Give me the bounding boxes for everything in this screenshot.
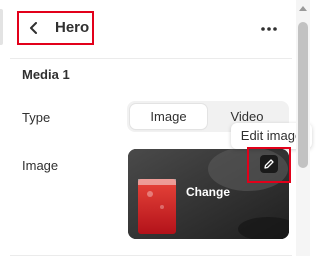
type-label: Type — [22, 110, 51, 125]
change-image-button[interactable]: Change — [186, 185, 230, 199]
ellipsis-icon — [261, 27, 277, 31]
edit-image-highlight — [247, 147, 291, 183]
scroll-up-icon[interactable] — [298, 4, 308, 12]
back-button[interactable]: Hero — [17, 11, 94, 45]
type-option-image[interactable]: Image — [130, 104, 207, 129]
side-panel-edge — [0, 9, 3, 45]
section-title: Media 1 — [22, 67, 70, 82]
pencil-icon — [264, 159, 274, 169]
edit-image-button[interactable] — [260, 155, 278, 173]
panel-title: Hero — [55, 19, 90, 36]
chevron-left-icon — [30, 22, 37, 34]
more-actions-button[interactable] — [258, 18, 280, 38]
scrollbar-thumb[interactable] — [298, 22, 308, 168]
image-label: Image — [22, 158, 59, 173]
panel-header: Hero — [10, 0, 292, 59]
